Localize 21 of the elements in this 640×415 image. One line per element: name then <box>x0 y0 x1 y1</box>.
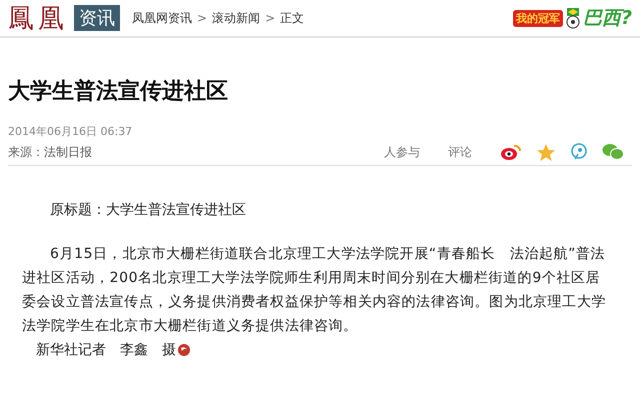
round-logo-icon <box>178 344 190 356</box>
breadcrumb-separator: > <box>197 11 208 25</box>
wechat-icon[interactable] <box>602 143 624 161</box>
photo-credit: 新华社记者 李鑫 摄 <box>36 341 176 360</box>
article-paragraph: 6月15日，北京市大栅栏街道联合北京理工大学法学院开展“青春船长 法治起航”普法进社区活动，200名北京理工大学法学院师生利用周末时间分别在大栅栏街道的9个社区居委会设立普法宣传点，义务提供消费者权益保护等相关内容的法律咨询。图为北京理工大学法学院学生在北京市大栅栏街道义务提供法律咨询。 <box>22 245 607 336</box>
comments-link[interactable]: 评论 <box>448 144 472 160</box>
star-icon[interactable] <box>536 142 556 162</box>
article-title: 大学生普法宣传进社区 <box>8 78 229 106</box>
source-label: 来源： <box>8 144 44 160</box>
weibo-eye-icon[interactable] <box>500 143 522 161</box>
breadcrumb-link[interactable]: 凤凰网资讯 <box>132 10 192 26</box>
chat-circle-icon[interactable] <box>570 143 588 161</box>
publish-date: 2014年06月16日 06:37 <box>8 124 134 139</box>
source-link[interactable]: 法制日报 <box>44 144 92 160</box>
original-title: 原标题：大学生普法宣传进社区 <box>49 201 247 220</box>
logo[interactable]: 鳳凰 <box>8 0 68 36</box>
breadcrumb-separator: > <box>265 11 276 25</box>
channel-logo[interactable]: 资讯 <box>74 5 120 31</box>
participants-link[interactable]: 人参与 <box>384 144 420 160</box>
breadcrumb-link[interactable]: 正文 <box>280 10 304 26</box>
breadcrumb-link[interactable]: 滚动新闻 <box>212 10 260 26</box>
